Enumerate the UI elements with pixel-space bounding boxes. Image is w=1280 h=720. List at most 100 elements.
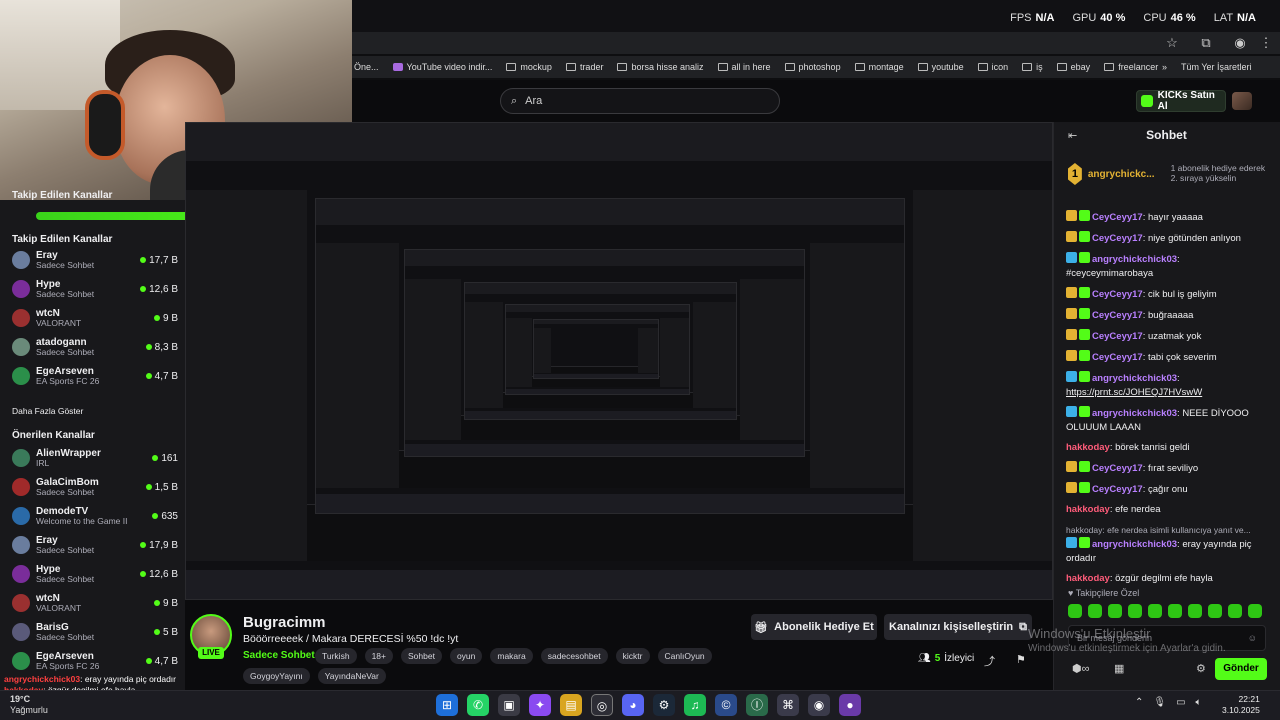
steam-icon[interactable]: ⚙ bbox=[653, 694, 675, 716]
sidebar-channel[interactable]: Hype Sadece Sohbet 12,6 B bbox=[12, 560, 178, 588]
files-icon[interactable]: ▣ bbox=[498, 694, 520, 716]
chat-text[interactable]: https://prnt.sc/JOHEQJ7HVswW bbox=[1066, 387, 1202, 398]
bookmarks-more-button[interactable]: » bbox=[1162, 62, 1167, 72]
discord-icon[interactable]: ◕ bbox=[622, 694, 644, 716]
bookmark-item[interactable]: Öne... bbox=[354, 62, 379, 72]
stream-tag[interactable]: Turkish bbox=[315, 648, 357, 664]
sidebar-channel[interactable]: atadogann Sadece Sohbet 8,3 B bbox=[12, 333, 178, 361]
weather-widget[interactable]: 19°C Yağmurlu bbox=[10, 694, 48, 716]
share-icon[interactable]: ⤴ bbox=[984, 653, 995, 669]
search-input[interactable]: ⌕ Ara bbox=[500, 88, 780, 114]
chat-username[interactable]: hakkoday bbox=[1066, 442, 1110, 453]
profile-icon[interactable]: ◉ bbox=[1232, 35, 1248, 51]
chat-message[interactable]: angrychickchick03: NEEE DİYOOO OLUUUM LA… bbox=[1066, 406, 1264, 435]
chat-username[interactable]: hakkoday bbox=[1066, 504, 1110, 515]
bookmark-item[interactable]: trader bbox=[565, 62, 603, 72]
stream-tag[interactable]: CanlıOyun bbox=[657, 648, 712, 664]
emote-icon[interactable] bbox=[1088, 604, 1102, 618]
emote-icon[interactable] bbox=[1068, 604, 1082, 618]
sidebar-channel[interactable]: EgeArseven EA Sports FC 26 4,7 B bbox=[12, 647, 178, 675]
chat-username[interactable]: CeyCeyy17 bbox=[1092, 331, 1143, 342]
app-c-icon[interactable]: © bbox=[715, 694, 737, 716]
stream-tag[interactable]: sadecesohbet bbox=[540, 648, 608, 664]
chat-message[interactable]: CeyCeyy17: tabi çok severim bbox=[1066, 350, 1264, 365]
bookmark-item[interactable]: mockup bbox=[506, 62, 552, 72]
stream-tag[interactable]: GoygoyYayını bbox=[243, 668, 310, 684]
emote-icon[interactable] bbox=[1228, 604, 1242, 618]
chat-username[interactable]: angrychickchick03 bbox=[1092, 373, 1177, 384]
chrome-icon[interactable]: ◎ bbox=[591, 694, 613, 716]
whatsapp-icon[interactable]: ✆ bbox=[467, 694, 489, 716]
stream-tag[interactable]: 18+ bbox=[364, 648, 393, 664]
chat-message[interactable]: hakkoday: börek tanrisi geldi bbox=[1066, 441, 1264, 455]
chat-username[interactable]: CeyCeyy17 bbox=[1092, 233, 1143, 244]
bookmark-item[interactable]: borsa hisse analiz bbox=[617, 62, 704, 72]
chat-username[interactable]: angrychickchick03 bbox=[1092, 539, 1177, 550]
bookmark-item[interactable]: icon bbox=[977, 62, 1008, 72]
bookmark-item[interactable]: youtube bbox=[917, 62, 964, 72]
network-icon[interactable]: ▭ bbox=[1176, 697, 1185, 708]
stream-category[interactable]: Sadece Sohbet bbox=[243, 650, 315, 661]
emote-icon[interactable] bbox=[1128, 604, 1142, 618]
chat-message[interactable]: CeyCeyy17: çağır onu bbox=[1066, 482, 1264, 497]
chat-username[interactable]: hakkoday bbox=[1066, 573, 1110, 584]
chat-message[interactable]: hakkoday: özgür degilmi efe hayla bbox=[1066, 572, 1264, 586]
chat-username[interactable]: CeyCeyy17 bbox=[1092, 352, 1143, 363]
chat-message[interactable]: CeyCeyy17: niye götünden anlıyon bbox=[1066, 231, 1264, 246]
stream-tag[interactable]: Sohbet bbox=[400, 648, 442, 664]
emote-icon[interactable] bbox=[1248, 604, 1262, 618]
browser-address-bar[interactable]: ☆ ⧉ ◉ ⋮ bbox=[352, 32, 1280, 54]
settings-icon[interactable]: ⚙ bbox=[1196, 662, 1206, 675]
gift-subscription-button[interactable]: 🎁︎ Abonelik Hediye Et bbox=[751, 614, 877, 640]
chat-username[interactable]: angrychickchick03 bbox=[1092, 408, 1177, 419]
emoji-icon[interactable]: ☺ bbox=[1248, 633, 1257, 643]
emote-bar[interactable] bbox=[1068, 604, 1262, 618]
network-app-icon[interactable]: ⌘ bbox=[777, 694, 799, 716]
sidebar-channel[interactable]: EgeArseven EA Sports FC 26 4,7 B bbox=[12, 362, 178, 390]
sidebar-channel[interactable]: Eray Sadece Sohbet 17,9 B bbox=[12, 531, 178, 559]
bookmark-item[interactable]: all in here bbox=[717, 62, 771, 72]
sidebar-channel[interactable]: BarisG Sadece Sohbet 5 B bbox=[12, 618, 178, 646]
report-icon[interactable]: ⚑ bbox=[1016, 653, 1026, 666]
bookmark-item[interactable]: montage bbox=[854, 62, 904, 72]
chat-message[interactable]: CeyCeyy17: cik bul iş geliyim bbox=[1066, 287, 1264, 302]
chat-username[interactable]: CeyCeyy17 bbox=[1092, 463, 1143, 474]
emote-icon[interactable] bbox=[1208, 604, 1222, 618]
clock[interactable]: 22:21 3.10.2025 bbox=[1222, 694, 1260, 716]
chat-username[interactable]: CeyCeyy17 bbox=[1092, 289, 1143, 300]
chat-username[interactable]: CeyCeyy17 bbox=[1092, 310, 1143, 321]
tray-expand-icon[interactable]: ⌃ bbox=[1135, 697, 1143, 708]
bookmark-item[interactable]: freelancer bbox=[1104, 62, 1158, 72]
sidebar-channel[interactable]: Hype Sadece Sohbet 12,6 B bbox=[12, 275, 178, 303]
sidebar-channel[interactable]: GalaCimBom Sadece Sohbet 1,5 B bbox=[12, 473, 178, 501]
copilot-icon[interactable]: ✦ bbox=[529, 694, 551, 716]
pinned-leaderboard[interactable]: 1 angrychickc... 1 abonelik hediye edere… bbox=[1068, 156, 1273, 192]
extensions-icon[interactable]: ⧉ bbox=[1198, 35, 1214, 51]
sidebar-channel[interactable]: wtcN VALORANT 9 B bbox=[12, 304, 178, 332]
chat-message[interactable]: hakkoday: efe nerdea bbox=[1066, 503, 1264, 517]
chat-message[interactable]: CeyCeyy17: hayır yaaaaa bbox=[1066, 210, 1264, 225]
stream-tag[interactable]: kicktr bbox=[615, 648, 650, 664]
obs-icon[interactable]: ◉ bbox=[808, 694, 830, 716]
sidebar-channel[interactable]: AlienWrapper IRL 161 bbox=[12, 444, 178, 472]
emote-icon[interactable] bbox=[1148, 604, 1162, 618]
chat-message[interactable]: angrychickchick03: https://prnt.sc/JOHEQ… bbox=[1066, 371, 1264, 400]
stream-tag[interactable]: oyun bbox=[449, 648, 483, 664]
bookmark-item[interactable]: iş bbox=[1022, 62, 1043, 72]
buy-kicks-button[interactable]: KICKs Satın Al bbox=[1136, 90, 1226, 112]
show-more-link[interactable]: Daha Fazla Göster bbox=[12, 406, 83, 416]
chat-username[interactable]: CeyCeyy17 bbox=[1092, 212, 1143, 223]
star-icon[interactable]: ☆ bbox=[1164, 35, 1180, 51]
volume-icon[interactable]: 🔈︎ bbox=[1196, 697, 1202, 708]
sidebar-channel[interactable]: Eray Sadece Sohbet 17,7 B bbox=[12, 246, 178, 274]
emote-icon[interactable] bbox=[1168, 604, 1182, 618]
customize-channel-button[interactable]: Kanalınızı kişiselleştirin ⧉ bbox=[884, 614, 1032, 640]
app-i-icon[interactable]: Ⓘ bbox=[746, 694, 768, 716]
emote-icon[interactable] bbox=[1188, 604, 1202, 618]
folder-icon[interactable]: ▤ bbox=[560, 694, 582, 716]
user-avatar[interactable] bbox=[1232, 92, 1252, 110]
chat-username[interactable]: CeyCeyy17 bbox=[1092, 484, 1143, 495]
streamer-name[interactable]: Bugracimm bbox=[243, 614, 326, 631]
store-icon[interactable]: ▦ bbox=[1114, 662, 1124, 675]
chat-message[interactable]: CeyCeyy17: fırat seviliyo bbox=[1066, 461, 1264, 476]
